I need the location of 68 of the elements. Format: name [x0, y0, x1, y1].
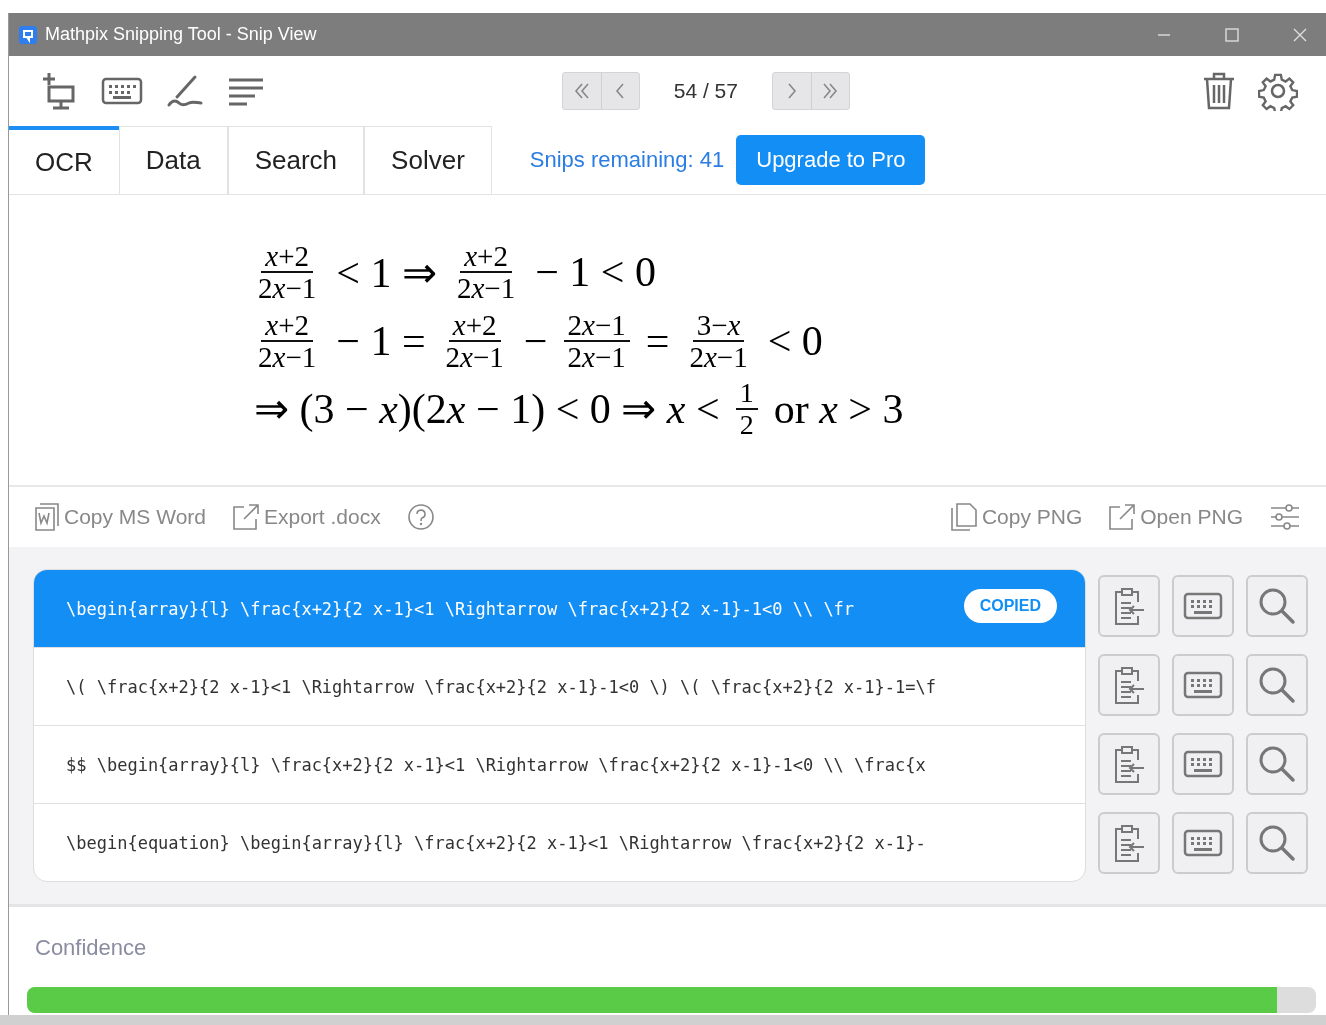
- copied-badge: COPIED: [963, 589, 1057, 623]
- keyboard-icon: [1183, 750, 1223, 778]
- snips-remaining: Snips remaining: 41: [529, 147, 725, 173]
- math-expression: or x > 3: [773, 384, 904, 433]
- app-icon: [19, 25, 37, 44]
- fraction: 1 2: [735, 378, 758, 440]
- clipboard-icon: [1112, 823, 1146, 863]
- keyboard-icon: [1183, 592, 1223, 620]
- keyboard-icon[interactable]: [101, 76, 143, 106]
- math-expression: < 0: [767, 317, 823, 366]
- search-button[interactable]: [1246, 575, 1308, 637]
- latex-code: \( \frac{x+2}{2 x-1}<1 \Rightarrow \frac{x+2}{2 x-1}-1<0 \) \( \frac{x+2}{2 x-1}-1=\f: [66, 676, 936, 697]
- math-expression: =: [645, 317, 670, 366]
- window-title: Mathpix Snipping Tool - Snip View: [45, 24, 317, 45]
- keyboard-button[interactable]: [1172, 654, 1234, 716]
- format-row[interactable]: \begin{equation} \begin{array}{l} \frac{x+2}{2 x-1}<1 \Rightarrow \frac{x+2}{2 x-1}-: [34, 804, 1085, 881]
- fraction: 2x−1 2x−1: [563, 309, 630, 373]
- math-expression: < 1 ⇒: [336, 248, 437, 297]
- keyboard-button[interactable]: [1172, 812, 1234, 874]
- latex-code: $$ \begin{array}{l} \frac{x+2}{2 x-1}<1 \Rightarrow \frac{x+2}{2 x-1}-1<0 \\ \frac{x: [66, 754, 926, 775]
- format-row[interactable]: $$ \begin{array}{l} \frac{x+2}{2 x-1}<1 \Rightarrow \frac{x+2}{2 x-1}-1<0 \\ \frac{x: [34, 726, 1085, 804]
- search-icon: [1258, 824, 1296, 862]
- keyboard-icon: [1183, 829, 1223, 857]
- action-button[interactable]: Open PNG: [1108, 503, 1243, 531]
- tab[interactable]: Data: [118, 126, 228, 194]
- paste-button[interactable]: [1098, 812, 1160, 874]
- maximize-icon[interactable]: [1224, 26, 1240, 43]
- export-icon: [1108, 503, 1137, 531]
- settings-icon[interactable]: [1258, 71, 1298, 111]
- tab[interactable]: Solver: [364, 126, 492, 194]
- settings-sliders-icon[interactable]: [1269, 503, 1301, 531]
- search-icon: [1258, 745, 1296, 783]
- latex-code: \begin{equation} \begin{array}{l} \frac{x+2}{2 x-1}<1 \Rightarrow \frac{x+2}{2 x-1}-: [66, 832, 926, 853]
- search-button[interactable]: [1246, 812, 1308, 874]
- close-icon[interactable]: [1292, 26, 1308, 43]
- latex-code: \begin{array}{l} \frac{x+2}{2 x-1}<1 \Rightarrow \frac{x+2}{2 x-1}-1<0 \\ \fr: [66, 598, 855, 619]
- trash-icon[interactable]: [1202, 71, 1236, 111]
- paste-button[interactable]: [1098, 654, 1160, 716]
- copy-icon: [949, 502, 978, 532]
- action-button[interactable]: Copy MS Word: [34, 502, 206, 532]
- keyboard-button[interactable]: [1172, 575, 1234, 637]
- paste-button[interactable]: [1098, 575, 1160, 637]
- confidence-label: Confidence: [35, 935, 148, 961]
- search-icon: [1258, 666, 1296, 704]
- tab[interactable]: Search: [227, 126, 365, 194]
- help-icon[interactable]: [406, 503, 435, 531]
- clipboard-icon: [1112, 665, 1146, 705]
- math-expression: − 1 =: [336, 317, 426, 366]
- export-icon: [232, 503, 260, 531]
- search-button[interactable]: [1246, 654, 1308, 716]
- fraction: x+2 2x−1: [257, 309, 318, 373]
- clipboard-icon: [1112, 586, 1146, 626]
- math-expression: ⇒ (3 − x)(2x − 1) < 0 ⇒ x <: [254, 385, 720, 434]
- keyboard-icon: [1183, 671, 1223, 699]
- action-button[interactable]: Copy PNG: [949, 502, 1083, 532]
- search-button[interactable]: [1246, 733, 1308, 795]
- paste-button[interactable]: [1098, 733, 1160, 795]
- format-row[interactable]: \( \frac{x+2}{2 x-1}<1 \Rightarrow \frac{x+2}{2 x-1}-1<0 \) \( \frac{x+2}{2 x-1}-1=\f: [34, 648, 1085, 726]
- word-document-icon: [34, 502, 60, 532]
- keyboard-button[interactable]: [1172, 733, 1234, 795]
- action-button[interactable]: Export .docx: [232, 503, 381, 531]
- search-icon: [1258, 587, 1296, 625]
- fraction: 3−x 2x−1: [688, 309, 749, 373]
- clipboard-icon: [1112, 744, 1146, 784]
- fraction: x+2 2x−1: [444, 309, 505, 373]
- math-expression: − 1 < 0: [535, 248, 657, 297]
- math-expression: −: [523, 317, 548, 366]
- page-counter: 54 / 57: [673, 79, 738, 103]
